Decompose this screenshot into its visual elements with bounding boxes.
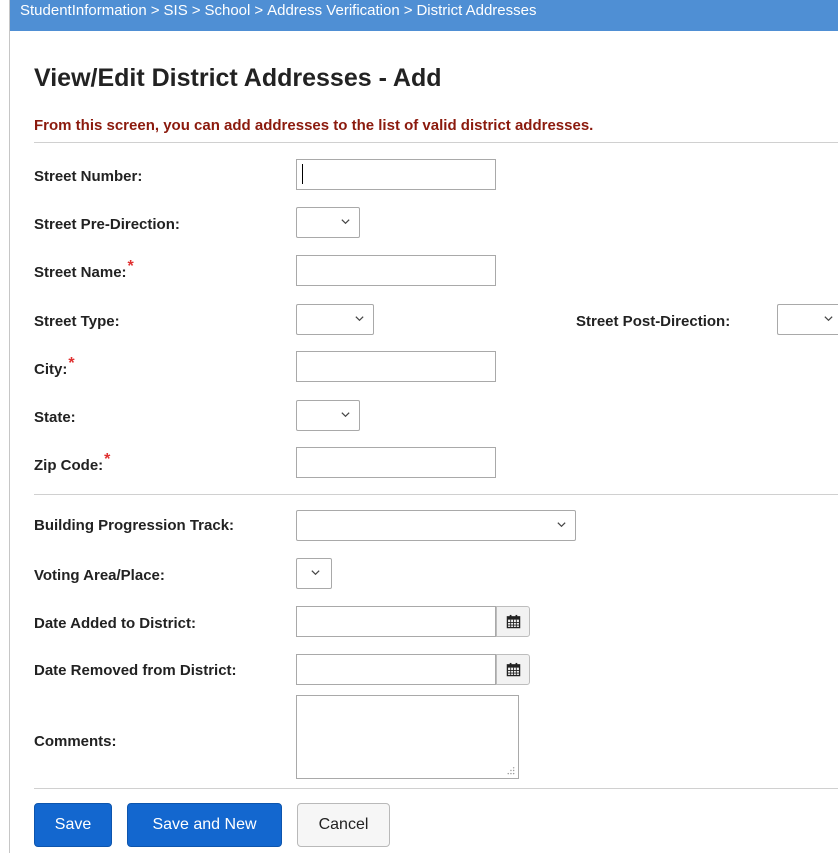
building-progression-track-select[interactable] <box>296 510 576 541</box>
street-pre-direction-label: Street Pre-Direction: <box>34 216 180 233</box>
breadcrumb-item-address-verification[interactable]: Address Verification <box>267 2 400 19</box>
page-title: View/Edit District Addresses - Add <box>34 64 442 92</box>
zip-code-label-text: Zip Code: <box>34 457 104 474</box>
chevron-down-icon <box>311 570 320 576</box>
breadcrumb: StudentInformation > SIS > School > Address Ve… <box>10 0 838 31</box>
comments-label: Comments: <box>34 733 117 750</box>
building-progression-track-label: Building Progression Track: <box>34 517 235 534</box>
required-marker: * <box>104 451 111 468</box>
date-removed-input[interactable] <box>296 654 496 685</box>
save-and-new-button[interactable]: Save and New <box>127 803 282 847</box>
cancel-button[interactable]: Cancel <box>297 803 390 847</box>
voting-area-place-select[interactable] <box>296 558 332 589</box>
chevron-down-icon <box>341 219 350 225</box>
date-added-label: Date Added to District: <box>34 615 196 632</box>
breadcrumb-item-studentinformation[interactable]: StudentInformation <box>20 2 147 19</box>
city-input[interactable] <box>296 351 496 382</box>
zip-code-input[interactable] <box>296 447 496 478</box>
street-type-label: Street Type: <box>34 313 120 330</box>
street-pre-direction-select[interactable] <box>296 207 360 238</box>
voting-area-place-label: Voting Area/Place: <box>34 567 165 584</box>
required-marker: * <box>68 355 75 372</box>
street-name-label: Street Name:* <box>34 258 134 282</box>
street-post-direction-select[interactable] <box>777 304 838 335</box>
calendar-icon <box>506 662 521 677</box>
resize-handle-icon[interactable] <box>506 766 515 775</box>
date-added-input[interactable] <box>296 606 496 637</box>
date-removed-label: Date Removed from District: <box>34 662 237 679</box>
city-label: City:* <box>34 355 75 379</box>
divider <box>34 142 838 143</box>
divider <box>34 788 838 789</box>
breadcrumb-item-school[interactable]: School <box>204 2 250 19</box>
breadcrumb-separator: > <box>191 2 201 19</box>
chevron-down-icon <box>557 522 566 528</box>
breadcrumb-separator: > <box>403 2 413 19</box>
chevron-down-icon <box>341 412 350 418</box>
breadcrumb-separator: > <box>254 2 264 19</box>
street-name-input[interactable] <box>296 255 496 286</box>
street-type-select[interactable] <box>296 304 374 335</box>
left-frame-border <box>0 0 10 853</box>
state-label: State: <box>34 409 76 426</box>
breadcrumb-item-district-addresses: District Addresses <box>416 2 537 19</box>
street-name-label-text: Street Name: <box>34 264 127 281</box>
state-select[interactable] <box>296 400 360 431</box>
comments-textarea[interactable] <box>296 695 519 779</box>
save-button[interactable]: Save <box>34 803 112 847</box>
date-added-calendar-button[interactable] <box>496 606 530 637</box>
breadcrumb-separator: > <box>150 2 160 19</box>
street-number-label: Street Number: <box>34 168 143 185</box>
chevron-down-icon <box>355 316 364 322</box>
date-removed-calendar-button[interactable] <box>496 654 530 685</box>
street-post-direction-label: Street Post-Direction: <box>576 313 731 330</box>
divider <box>34 494 838 495</box>
instructions-text: From this screen, you can add addresses … <box>34 117 594 134</box>
street-number-input[interactable] <box>296 159 496 190</box>
calendar-icon <box>506 614 521 629</box>
text-cursor <box>302 164 303 184</box>
zip-code-label: Zip Code:* <box>34 451 110 475</box>
chevron-down-icon <box>824 316 833 322</box>
breadcrumb-item-sis[interactable]: SIS <box>164 2 188 19</box>
required-marker: * <box>127 258 134 275</box>
city-label-text: City: <box>34 361 68 378</box>
